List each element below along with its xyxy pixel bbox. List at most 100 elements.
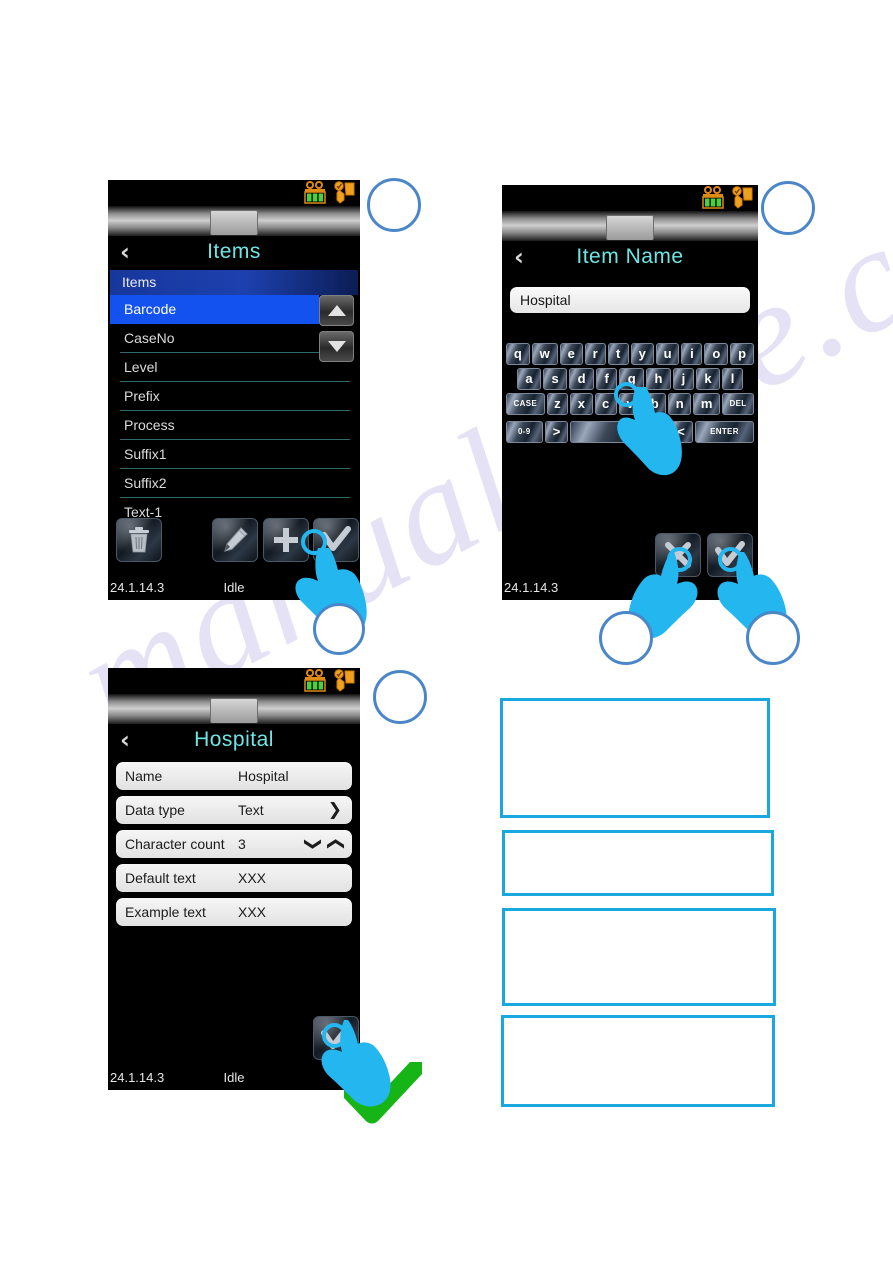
key-x[interactable]: x (570, 393, 593, 415)
step-circle-6 (373, 670, 427, 724)
settings-list: Name Hospital Data type Text ❯ Character… (108, 762, 360, 926)
key-cursor-right[interactable]: > (544, 421, 569, 443)
step-circle-1 (367, 178, 421, 232)
device-status: Idle (223, 1070, 245, 1085)
status-bar (108, 180, 360, 206)
setting-value: XXX (238, 904, 267, 920)
key-e[interactable]: e (559, 343, 583, 365)
green-check-marker (344, 1062, 422, 1124)
setting-label: Data type (125, 802, 185, 818)
keyboard-row-1: q w e r t y u i o p (506, 343, 754, 365)
list-item-process[interactable]: Process (120, 411, 350, 440)
key-l[interactable]: l (722, 368, 744, 390)
setting-label: Example text (125, 904, 206, 920)
key-y[interactable]: y (630, 343, 654, 365)
key-z[interactable]: z (546, 393, 569, 415)
callout-box-4 (501, 1015, 775, 1107)
key-a[interactable]: a (516, 368, 542, 390)
setting-value: Text (238, 802, 264, 818)
key-m[interactable]: m (693, 393, 720, 415)
back-button[interactable]: ‹ (514, 243, 524, 271)
edit-button[interactable] (212, 518, 258, 562)
title-bar: ‹ Hospital (108, 724, 360, 758)
chevron-right-icon[interactable]: ❯ (328, 796, 342, 824)
key-enter[interactable]: ENTER (694, 421, 754, 443)
step-circle-2 (761, 181, 815, 235)
printer-icon (334, 181, 355, 204)
status-footer: 24.1.14.3 Idle (108, 578, 360, 600)
title-bar: ‹ Item Name (502, 241, 758, 275)
list-item-barcode[interactable]: Barcode (110, 295, 319, 324)
list-item-suffix2[interactable]: Suffix2 (120, 469, 350, 498)
key-case[interactable]: CASE (506, 393, 545, 415)
setting-label: Character count (125, 836, 225, 852)
title-bar: ‹ Items (108, 236, 360, 270)
callout-box-3 (502, 908, 776, 1006)
page-title: Hospital (194, 728, 274, 751)
key-h[interactable]: h (646, 368, 671, 390)
key-cursor-left[interactable]: < (669, 421, 693, 443)
status-icon-group (303, 181, 356, 205)
key-space[interactable] (570, 421, 668, 443)
setting-label: Default text (125, 870, 196, 886)
list-item-level[interactable]: Level (120, 353, 350, 382)
key-numeric-mode[interactable]: 0-9 (506, 421, 543, 443)
trash-icon (129, 527, 149, 553)
step-circle-3 (313, 603, 365, 655)
device-top-bar (108, 206, 360, 236)
scroll-down-button[interactable] (319, 331, 354, 362)
key-d[interactable]: d (569, 368, 595, 390)
setting-row-example-text[interactable]: Example text XXX (116, 898, 352, 926)
triangle-down-icon (327, 341, 346, 352)
printer-icon (732, 186, 753, 209)
key-k[interactable]: k (695, 368, 721, 390)
key-s[interactable]: s (543, 368, 568, 390)
setting-row-data-type[interactable]: Data type Text ❯ (116, 796, 352, 824)
list-header: Items (110, 270, 358, 295)
tap-ring-2 (614, 382, 639, 407)
list-item-prefix[interactable]: Prefix (120, 382, 350, 411)
key-q[interactable]: q (506, 343, 530, 365)
key-f[interactable]: f (596, 368, 618, 390)
tap-ring-1 (301, 529, 327, 555)
key-w[interactable]: w (531, 343, 558, 365)
key-r[interactable]: r (584, 343, 606, 365)
step-circle-4 (599, 611, 653, 665)
delete-button[interactable] (116, 518, 162, 562)
tap-ring-3 (667, 547, 692, 572)
key-t[interactable]: t (607, 343, 629, 365)
setting-value: 3 (238, 836, 246, 852)
key-i[interactable]: i (681, 343, 703, 365)
key-j[interactable]: j (672, 368, 694, 390)
key-delete[interactable]: DEL (721, 393, 754, 415)
callout-box-2 (502, 830, 774, 896)
page-title: Item Name (576, 245, 684, 268)
device-top-bar (108, 694, 360, 724)
triangle-up-icon (327, 305, 346, 316)
battery-icon (304, 669, 326, 692)
item-name-input[interactable]: Hospital (510, 287, 750, 313)
step-circle-5 (746, 611, 800, 665)
key-o[interactable]: o (704, 343, 729, 365)
setting-value: Hospital (238, 768, 289, 784)
key-n[interactable]: n (668, 393, 692, 415)
device-top-bar (502, 211, 758, 241)
setting-row-name[interactable]: Name Hospital (116, 762, 352, 790)
back-button[interactable]: ‹ (120, 726, 130, 754)
keyboard-row-4: 0-9 > < ENTER (506, 421, 754, 443)
key-b[interactable]: b (643, 393, 667, 415)
device-speaker-notch (606, 215, 654, 240)
status-footer: 24.1.14.3 (502, 578, 758, 600)
chevron-up-icon[interactable]: ❯ (321, 837, 349, 851)
key-u[interactable]: u (655, 343, 680, 365)
setting-value: XXX (238, 870, 267, 886)
scroll-up-button[interactable] (319, 295, 354, 326)
list-item-suffix1[interactable]: Suffix1 (120, 440, 350, 469)
firmware-version: 24.1.14.3 (110, 1070, 165, 1085)
key-p[interactable]: p (730, 343, 754, 365)
back-button[interactable]: ‹ (120, 238, 130, 266)
list-item-caseno[interactable]: CaseNo (120, 324, 350, 353)
setting-row-default-text[interactable]: Default text XXX (116, 864, 352, 892)
setting-row-character-count[interactable]: Character count 3 ❯ ❯ (116, 830, 352, 858)
scroll-button-group (319, 295, 354, 367)
